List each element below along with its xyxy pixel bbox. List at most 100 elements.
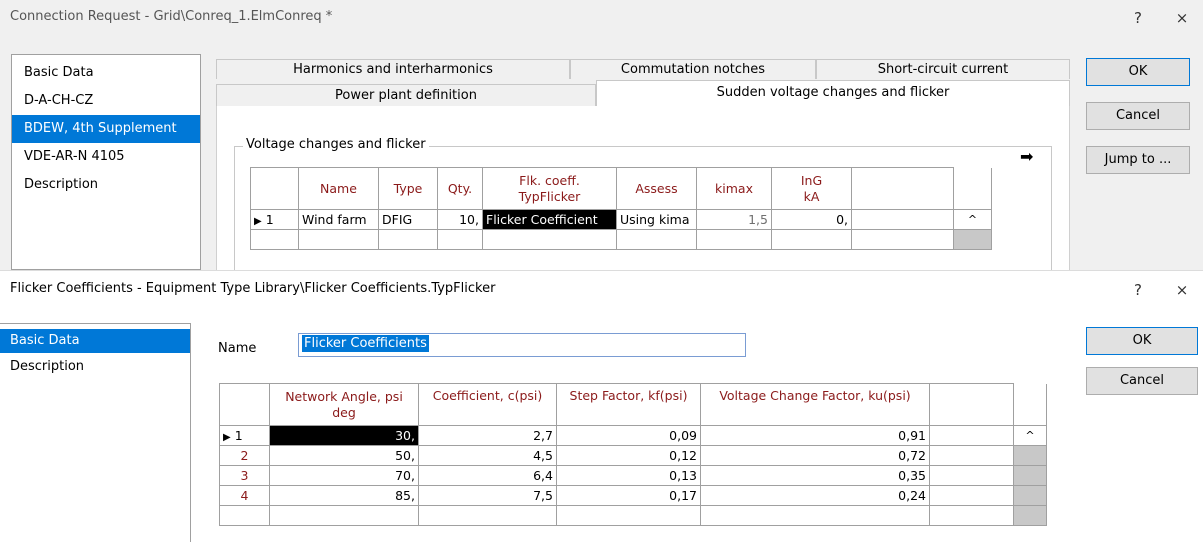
cell-step-factor[interactable]: 0,13 [556, 465, 701, 486]
col-header-qty[interactable]: Qty. [437, 167, 483, 210]
scrollbar-track[interactable] [1013, 465, 1047, 486]
cell-step-factor[interactable]: 0,17 [556, 485, 701, 506]
help-icon[interactable]: ? [1126, 6, 1150, 30]
col-header-voltage-change-factor[interactable]: Voltage Change Factor, ku(psi) [700, 383, 930, 426]
cell-voltage-change-factor[interactable]: 0,91 [700, 425, 930, 446]
col-header-type[interactable]: Type [378, 167, 438, 210]
tab-sudden-voltage-changes[interactable]: Sudden voltage changes and flicker [596, 80, 1070, 106]
cell-empty[interactable] [851, 209, 954, 230]
cell-empty[interactable] [696, 229, 772, 250]
cell-step-factor[interactable]: 0,12 [556, 445, 701, 466]
cell-empty[interactable] [929, 425, 1014, 446]
col-header-name[interactable]: Name [298, 167, 379, 210]
row-header[interactable]: 4 [219, 485, 270, 506]
table-row[interactable] [219, 505, 1047, 526]
cell-coefficient[interactable]: 4,5 [418, 445, 557, 466]
cell-empty[interactable] [929, 485, 1014, 506]
ok-button[interactable]: OK [1086, 327, 1198, 355]
cell-coefficient[interactable]: 7,5 [418, 485, 557, 506]
cell-network-angle[interactable]: 50, [269, 445, 419, 466]
cell-empty[interactable] [482, 229, 617, 250]
cell-flk-coeff[interactable]: Flicker Coefficient [482, 209, 617, 230]
arrow-right-icon[interactable]: ➡ [1020, 147, 1033, 166]
scrollbar-track[interactable] [1013, 485, 1047, 506]
cell-empty[interactable] [929, 465, 1014, 486]
cell-name[interactable]: Wind farm [298, 209, 379, 230]
name-input[interactable]: Flicker Coefficients [298, 333, 746, 357]
col-header-kimax[interactable]: kimax [696, 167, 772, 210]
cell-qty[interactable]: 10, [437, 209, 483, 230]
tab-commutation-notches[interactable]: Commutation notches [570, 59, 816, 79]
sidebar-item-description[interactable]: Description [0, 355, 190, 379]
scrollbar-track[interactable] [1013, 505, 1047, 526]
voltage-changes-table[interactable]: Name Type Qty. Flk. coeff. TypFlicker Ass… [250, 167, 992, 250]
table-row[interactable]: ▶ 1 Wind farm DFIG 10, Flicker Coefficie… [250, 209, 992, 230]
col-header-assess[interactable]: Assess [616, 167, 697, 210]
cancel-button[interactable]: Cancel [1086, 367, 1198, 395]
col-header-flk-coeff[interactable]: Flk. coeff. TypFlicker [482, 167, 617, 210]
cancel-button[interactable]: Cancel [1086, 102, 1190, 130]
cell-kimax[interactable]: 1,5 [696, 209, 772, 230]
ok-button[interactable]: OK [1086, 58, 1190, 86]
scroll-up-icon[interactable]: ^ [953, 209, 992, 230]
close-icon[interactable]: × [1170, 278, 1194, 302]
row-header[interactable] [250, 229, 299, 250]
sidebar-item-bdew-4th-supplement[interactable]: BDEW, 4th Supplement [12, 115, 200, 143]
cell-empty[interactable] [556, 505, 701, 526]
cell-network-angle[interactable]: 70, [269, 465, 419, 486]
cell-empty[interactable] [437, 229, 483, 250]
scrollbar-track[interactable] [1013, 445, 1047, 466]
col-header-network-angle[interactable]: Network Angle, psi deg [269, 383, 419, 426]
table-row[interactable]: 3 70, 6,4 0,13 0,35 [219, 465, 1047, 486]
cell-coefficient[interactable]: 6,4 [418, 465, 557, 486]
col-header-step-factor[interactable]: Step Factor, kf(psi) [556, 383, 701, 426]
row-header[interactable]: 2 [219, 445, 270, 466]
cell-empty[interactable] [616, 229, 697, 250]
row-header[interactable]: ▶ 1 [219, 425, 270, 446]
close-icon[interactable]: × [1170, 6, 1194, 30]
cell-empty[interactable] [851, 229, 954, 250]
jump-to-button[interactable]: Jump to ... [1086, 146, 1190, 174]
title-bar[interactable]: Flicker Coefficients - Equipment Type Li… [0, 271, 1203, 307]
tab-short-circuit-current[interactable]: Short-circuit current [816, 59, 1070, 79]
row-header[interactable]: 3 [219, 465, 270, 486]
cell-network-angle[interactable]: 30, [269, 425, 419, 446]
flicker-coefficients-table[interactable]: Network Angle, psi deg Coefficient, c(psi… [219, 383, 1047, 526]
cell-voltage-change-factor[interactable]: 0,35 [700, 465, 930, 486]
scroll-up-icon[interactable]: ^ [1013, 425, 1047, 446]
sidebar-item-basic-data[interactable]: Basic Data [0, 329, 190, 353]
cell-type[interactable]: DFIG [378, 209, 438, 230]
cell-empty[interactable] [771, 229, 852, 250]
cell-empty[interactable] [700, 505, 930, 526]
cell-step-factor[interactable]: 0,09 [556, 425, 701, 446]
cell-voltage-change-factor[interactable]: 0,72 [700, 445, 930, 466]
row-header[interactable]: ▶ 1 [250, 209, 299, 230]
title-bar[interactable]: Connection Request - Grid\Conreq_1.ElmCo… [0, 0, 1203, 36]
cell-empty[interactable] [269, 505, 419, 526]
cell-network-angle[interactable]: 85, [269, 485, 419, 506]
table-row[interactable]: ▶ 1 30, 2,7 0,09 0,91 ^ [219, 425, 1047, 446]
cell-voltage-change-factor[interactable]: 0,24 [700, 485, 930, 506]
cell-empty[interactable] [418, 505, 557, 526]
cell-ing[interactable]: 0, [771, 209, 852, 230]
table-row[interactable] [250, 229, 992, 250]
sidebar-item-description[interactable]: Description [12, 171, 200, 199]
table-row[interactable]: 2 50, 4,5 0,12 0,72 [219, 445, 1047, 466]
help-icon[interactable]: ? [1126, 278, 1150, 302]
cell-empty[interactable] [378, 229, 438, 250]
cell-empty[interactable] [298, 229, 379, 250]
col-header-coefficient[interactable]: Coefficient, c(psi) [418, 383, 557, 426]
tab-power-plant-definition[interactable]: Power plant definition [216, 84, 596, 106]
table-row[interactable]: 4 85, 7,5 0,17 0,24 [219, 485, 1047, 506]
sidebar-item-basic-data[interactable]: Basic Data [12, 59, 200, 87]
cell-assess[interactable]: Using kima [616, 209, 697, 230]
col-header-ing[interactable]: InG kA [771, 167, 852, 210]
cell-empty[interactable] [929, 445, 1014, 466]
sidebar-item-vde-ar-n-4105[interactable]: VDE-AR-N 4105 [12, 143, 200, 171]
scrollbar-track[interactable] [953, 229, 992, 250]
cell-empty[interactable] [929, 505, 1014, 526]
cell-coefficient[interactable]: 2,7 [418, 425, 557, 446]
sidebar-item-d-a-ch-cz[interactable]: D-A-CH-CZ [12, 87, 200, 115]
row-header[interactable] [219, 505, 270, 526]
tab-harmonics[interactable]: Harmonics and interharmonics [216, 59, 570, 79]
